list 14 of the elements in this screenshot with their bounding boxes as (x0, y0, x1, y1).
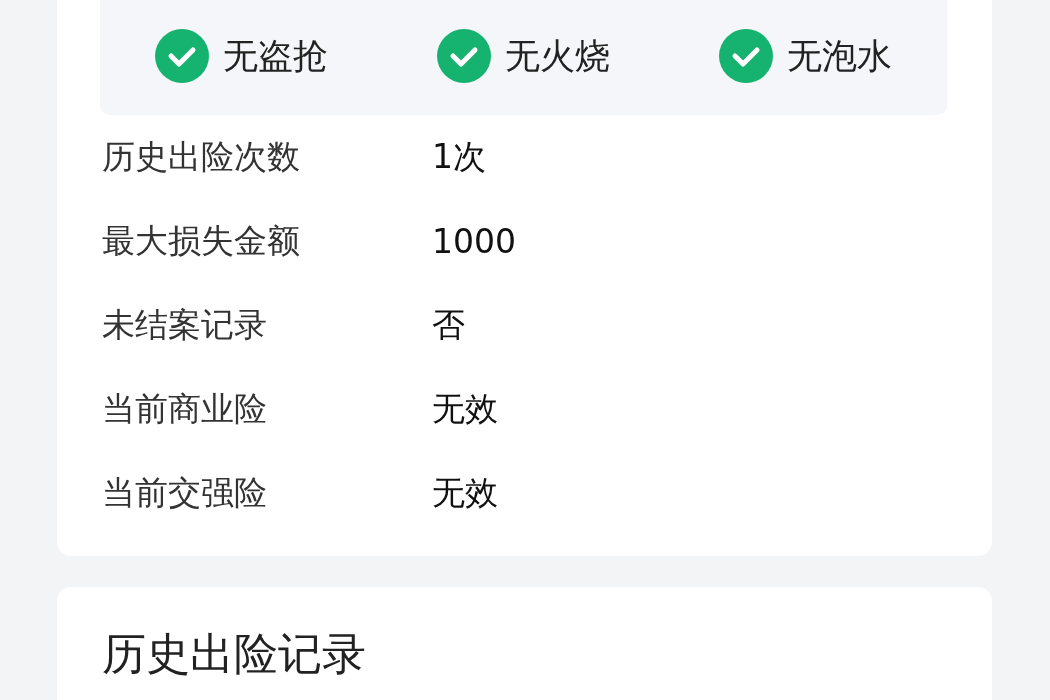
check-label: 无盗抢 (222, 34, 328, 78)
field-value: 1000 (432, 221, 516, 261)
field-label: 历史出险次数 (101, 135, 301, 178)
field-label: 最大损失金额 (101, 219, 301, 262)
field-label: 当前商业险 (101, 387, 268, 430)
section-title: 历史出险记录 (102, 627, 367, 681)
field-value: 无效 (432, 387, 498, 430)
field-label: 未结案记录 (101, 303, 268, 346)
check-label: 无泡水 (787, 34, 893, 78)
field-value: 1次 (432, 135, 486, 178)
field-value: 否 (432, 303, 465, 346)
check-label: 无火烧 (505, 34, 610, 78)
field-label: 当前交强险 (101, 471, 268, 514)
field-value: 无效 (432, 471, 498, 514)
